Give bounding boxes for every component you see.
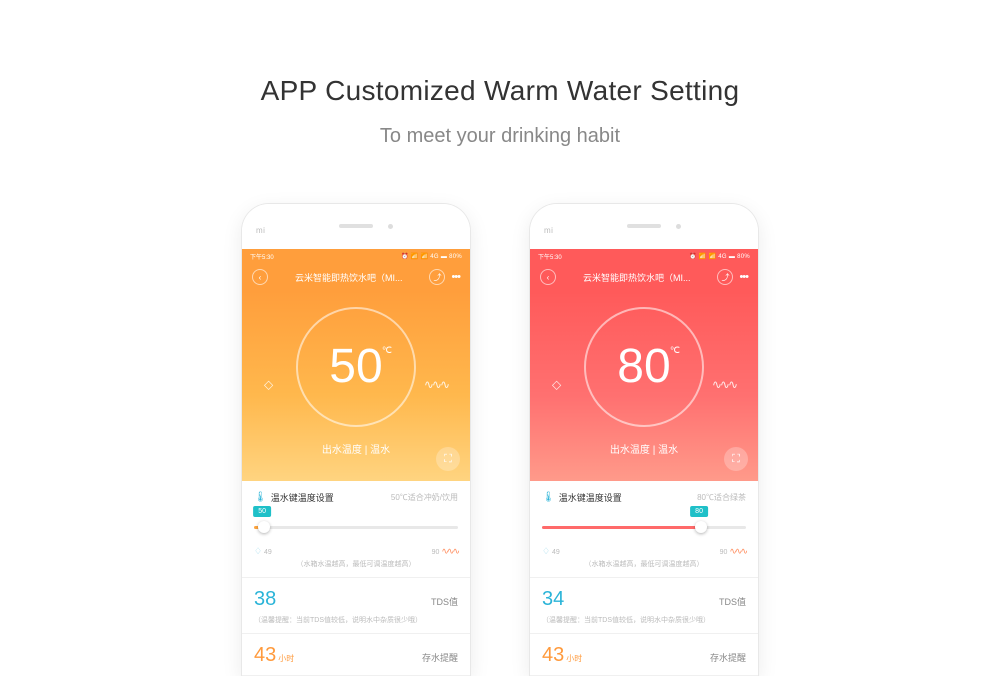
tds-panel: 34 TDS值 （温馨提醒：当前TDS值较低，说明水中杂质很少哦） bbox=[530, 578, 758, 634]
setting-suggestion: 80℃适合绿茶 bbox=[697, 492, 746, 503]
temperature-dial[interactable]: 80 ℃ bbox=[584, 307, 704, 427]
hours-unit: 小时 bbox=[278, 654, 294, 663]
cup-button[interactable]: ⛶ bbox=[436, 447, 460, 471]
sub-heading: To meet your drinking habit bbox=[0, 125, 1000, 148]
temperature-dial[interactable]: 50 ℃ bbox=[296, 307, 416, 427]
front-camera bbox=[676, 224, 681, 229]
main-heading: APP Customized Warm Water Setting bbox=[0, 75, 1000, 107]
output-temp-label: 出水温度 | 温水 bbox=[610, 441, 678, 456]
slider-note: （水箱水温越高，最低可调温度越高） bbox=[254, 559, 458, 569]
slider-max: 90 bbox=[720, 549, 728, 556]
output-temp-label: 出水温度 | 温水 bbox=[322, 441, 390, 456]
status-bar: 下午5:30 ⏰ 📶 📶 4G ▬ 80% bbox=[242, 249, 470, 263]
speaker-grille bbox=[627, 224, 661, 228]
status-time: 下午5:30 bbox=[538, 252, 562, 261]
phone-brand: mi bbox=[256, 226, 265, 235]
temperature-value: 50 bbox=[329, 343, 382, 391]
tds-panel: 38 TDS值 （温馨提醒：当前TDS值较低，说明水中杂质很少哦） bbox=[242, 578, 470, 634]
temp-setting-panel: 🌡 温水键温度设置 50℃适合冲奶/饮用 50 ♢ 49 90 ∿∿∿ （水箱水温… bbox=[242, 481, 470, 578]
app-header: ‹ 云米智能即热饮水吧（MI... ⤴ ••• bbox=[530, 263, 758, 291]
heat-icon: ∿∿∿ bbox=[424, 378, 448, 392]
slider-max: 90 bbox=[432, 549, 440, 556]
app-header: ‹ 云米智能即热饮水吧（MI... ⤴ ••• bbox=[242, 263, 470, 291]
front-camera bbox=[388, 224, 393, 229]
cold-icon: ♢ bbox=[254, 546, 262, 556]
hot-icon: ∿∿∿ bbox=[441, 546, 458, 556]
phone-bezel: mi bbox=[242, 204, 470, 249]
status-icons: ⏰ 📶 📶 4G ▬ 80% bbox=[689, 253, 750, 260]
more-button[interactable]: ••• bbox=[739, 271, 748, 283]
hours-value: 43 bbox=[542, 644, 564, 666]
temperature-slider[interactable]: 80 bbox=[542, 518, 746, 540]
drop-icon: ◇ bbox=[264, 378, 273, 392]
tds-note: （温馨提醒：当前TDS值较低，说明水中杂质很少哦） bbox=[542, 615, 746, 625]
slider-thumb[interactable] bbox=[258, 521, 270, 533]
speaker-grille bbox=[339, 224, 373, 228]
reminder-panel: 43小时 存水提醒 bbox=[242, 634, 470, 676]
drop-icon: ◇ bbox=[552, 378, 561, 392]
cup-button[interactable]: ⛶ bbox=[724, 447, 748, 471]
thermometer-icon: 🌡 bbox=[542, 492, 555, 503]
hot-icon: ∿∿∿ bbox=[729, 546, 746, 556]
slider-min: 49 bbox=[552, 549, 560, 556]
slider-value-badge: 80 bbox=[690, 506, 708, 517]
heat-icon: ∿∿∿ bbox=[712, 378, 736, 392]
tds-note: （温馨提醒：当前TDS值较低，说明水中杂质很少哦） bbox=[254, 615, 458, 625]
app-title: 云米智能即热饮水吧（MI... bbox=[268, 271, 429, 284]
status-time: 下午5:30 bbox=[250, 252, 274, 261]
temperature-slider[interactable]: 50 bbox=[254, 518, 458, 540]
slider-min: 49 bbox=[264, 549, 272, 556]
degree-unit: ℃ bbox=[382, 345, 392, 356]
more-button[interactable]: ••• bbox=[451, 271, 460, 283]
hours-value: 43 bbox=[254, 644, 276, 666]
thermometer-icon: 🌡 bbox=[254, 492, 267, 503]
setting-suggestion: 50℃适合冲奶/饮用 bbox=[391, 492, 458, 503]
status-icons: ⏰ 📶 📶 4G ▬ 80% bbox=[401, 253, 462, 260]
slider-thumb[interactable] bbox=[695, 521, 707, 533]
temperature-display: ◇ ∿∿∿ 80 ℃ 出水温度 | 温水 ⛶ bbox=[530, 291, 758, 481]
back-button[interactable]: ‹ bbox=[252, 269, 268, 285]
phone-brand: mi bbox=[544, 226, 553, 235]
setting-label: 温水键温度设置 bbox=[271, 491, 334, 504]
share-button[interactable]: ⤴ bbox=[429, 269, 445, 285]
temperature-value: 80 bbox=[617, 343, 670, 391]
degree-unit: ℃ bbox=[670, 345, 680, 356]
hours-unit: 小时 bbox=[566, 654, 582, 663]
phone-mockup-1: mi 下午5:30 ⏰ 📶 📶 4G ▬ 80% ‹ 云米智能即热饮水吧（MI.… bbox=[241, 203, 471, 676]
app-title: 云米智能即热饮水吧（MI... bbox=[556, 271, 717, 284]
back-button[interactable]: ‹ bbox=[540, 269, 556, 285]
share-button[interactable]: ⤴ bbox=[717, 269, 733, 285]
slider-note: （水箱水温越高，最低可调温度越高） bbox=[542, 559, 746, 569]
slider-value-badge: 50 bbox=[253, 506, 271, 517]
tds-label: TDS值 bbox=[719, 595, 746, 608]
temp-setting-panel: 🌡 温水键温度设置 80℃适合绿茶 80 ♢ 49 90 ∿∿∿ （水箱水温越高，… bbox=[530, 481, 758, 578]
cold-icon: ♢ bbox=[542, 546, 550, 556]
phone-bezel: mi bbox=[530, 204, 758, 249]
tds-label: TDS值 bbox=[431, 595, 458, 608]
setting-label: 温水键温度设置 bbox=[559, 491, 622, 504]
reminder-panel: 43小时 存水提醒 bbox=[530, 634, 758, 676]
tds-value: 34 bbox=[542, 588, 564, 610]
status-bar: 下午5:30 ⏰ 📶 📶 4G ▬ 80% bbox=[530, 249, 758, 263]
phone-mockup-2: mi 下午5:30 ⏰ 📶 📶 4G ▬ 80% ‹ 云米智能即热饮水吧（MI.… bbox=[529, 203, 759, 676]
tds-value: 38 bbox=[254, 588, 276, 610]
temperature-display: ◇ ∿∿∿ 50 ℃ 出水温度 | 温水 ⛶ bbox=[242, 291, 470, 481]
